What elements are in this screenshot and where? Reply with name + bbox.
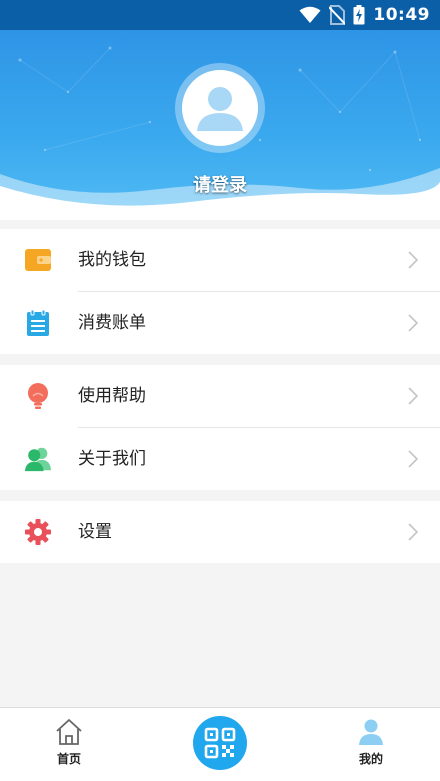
users-icon [24,445,52,473]
nav-mine-label: 我的 [358,752,383,766]
menu-group-3: 设置 [0,501,440,563]
menu-item-bill[interactable]: 消费账单 [0,292,440,354]
lightbulb-icon [24,382,52,410]
avatar[interactable] [175,63,265,153]
status-bar: 10:49 [0,0,440,30]
nav-home-label: 首页 [56,752,81,766]
user-icon [359,719,383,745]
menu-item-help[interactable]: 使用帮助 [0,365,440,427]
menu-item-settings[interactable]: 设置 [0,501,440,563]
menu-item-label: 我的钱包 [78,250,146,270]
menu-item-label: 消费账单 [78,313,146,333]
menu-item-label: 关于我们 [78,449,146,469]
home-icon [56,719,82,745]
scan-button[interactable] [193,716,247,770]
qr-code-icon [204,727,236,759]
chevron-right-icon [408,523,418,541]
battery-icon [353,5,365,25]
menu-item-wallet[interactable]: 我的钱包 [0,229,440,291]
avatar-inner [182,70,258,146]
login-link[interactable]: 请登录 [0,171,440,197]
user-avatar-icon [197,87,243,131]
wifi-icon [299,6,321,23]
chevron-right-icon [408,251,418,269]
menu-item-label: 使用帮助 [78,386,146,406]
chevron-right-icon [408,387,418,405]
status-time: 10:49 [373,5,430,25]
gear-icon [24,518,52,546]
menu-group-1: 我的钱包 消费账单 [0,229,440,354]
no-sim-icon [329,5,346,25]
profile-header: 请登录 [0,30,440,220]
chevron-right-icon [408,450,418,468]
nav-home[interactable]: 首页 [39,718,99,767]
bill-icon [24,309,52,337]
menu-group-2: 使用帮助 关于我们 [0,365,440,490]
menu-item-label: 设置 [78,522,112,542]
nav-mine[interactable]: 我的 [341,718,401,767]
menu-item-about[interactable]: 关于我们 [0,428,440,490]
wallet-icon [24,246,52,274]
chevron-right-icon [408,314,418,332]
